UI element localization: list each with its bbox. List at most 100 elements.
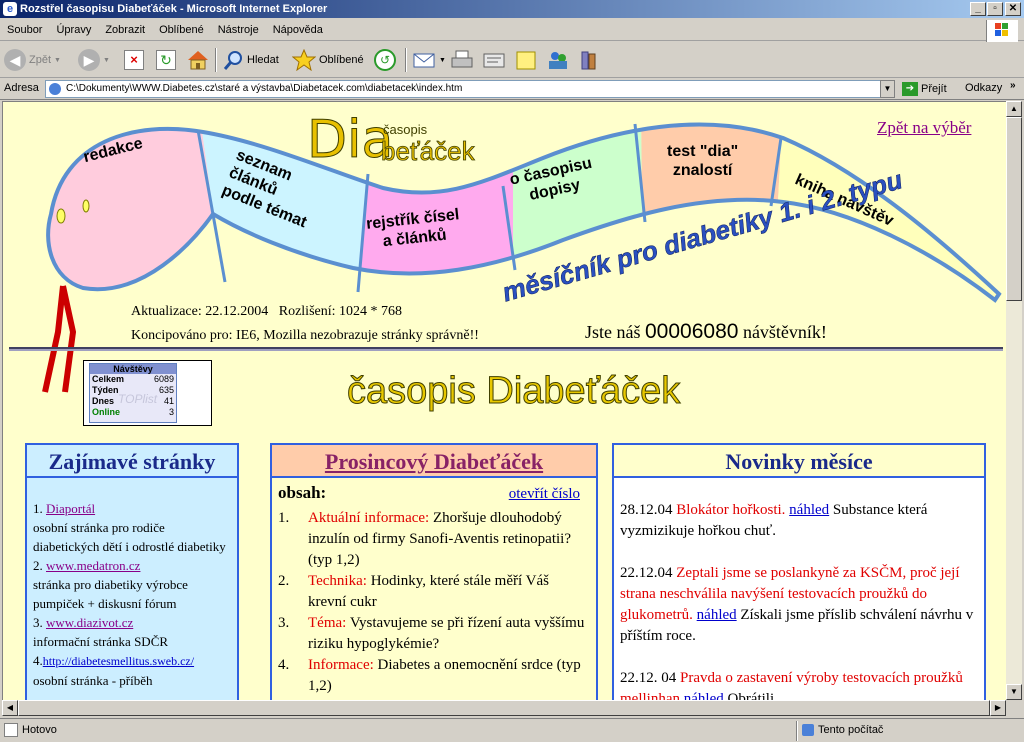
links-button[interactable]: Odkazy <box>965 82 1002 94</box>
site-num: 2. <box>33 558 43 573</box>
news-preview-link[interactable]: náhled <box>684 691 724 700</box>
toolbar: ◀ Zpět ▼ ▶ ▼ × ↻ Hledat Oblíbené ↺ ▼ <box>0 42 1024 78</box>
news-preview-link[interactable]: náhled <box>789 502 829 518</box>
logo-betacek: beťáček <box>381 136 475 167</box>
home-button[interactable] <box>186 46 210 74</box>
forward-arrow-icon: ▶ <box>78 49 100 71</box>
counter-title: Návštěvy <box>90 364 176 374</box>
news-item: 22.12.04 Zeptali jsme se poslankyně za K… <box>620 563 978 647</box>
interesting-sites-box: Zajímavé stránky 1. Diaportál osobní strá… <box>25 443 239 700</box>
article-item: 2. Technika: Hodinky, které stále měří Vá… <box>278 571 590 613</box>
status-separator <box>796 721 798 741</box>
snake-eye-icon <box>56 208 66 224</box>
article-category: Téma: <box>308 615 347 631</box>
edit-button[interactable] <box>482 46 506 74</box>
mail-icon <box>413 53 435 68</box>
messenger-button[interactable] <box>546 46 570 74</box>
article-item: 3. Téma: Vystavujeme se při řízení auta v… <box>278 613 590 655</box>
refresh-button[interactable]: ↻ <box>156 46 176 74</box>
close-button[interactable]: ✕ <box>1005 2 1021 16</box>
go-button[interactable]: ➔ Přejít <box>902 80 947 98</box>
segment-bg-kniha <box>773 124 999 300</box>
site-item: 2. www.medatron.cz stránka pro diabetiky … <box>33 556 231 613</box>
minimize-button[interactable]: _ <box>970 2 986 16</box>
messenger-icon <box>549 52 567 69</box>
favorites-button[interactable]: Oblíbené <box>292 46 364 74</box>
research-icon <box>581 51 596 70</box>
open-issue-link[interactable]: otevřít číslo <box>509 484 580 505</box>
menu-file[interactable]: Soubor <box>0 19 49 41</box>
nav-test-znalosti[interactable]: test "dia" znalostí <box>667 142 738 180</box>
stop-button[interactable]: × <box>124 46 144 74</box>
favorites-label: Oblíbené <box>319 54 364 66</box>
news-preview-link[interactable]: náhled <box>697 607 737 623</box>
menu-view[interactable]: Zobrazit <box>98 19 152 41</box>
address-dropdown-icon[interactable]: ▼ <box>880 80 895 98</box>
scroll-up-icon[interactable]: ▲ <box>1006 101 1022 117</box>
address-input[interactable]: C:\Dokumenty\WWW.Diabetes.cz\staré a výs… <box>45 80 895 98</box>
back-label: Zpět <box>29 54 52 66</box>
status-bar: Hotovo Tento počítač <box>0 718 1024 742</box>
article-item: 1. Aktuální informace: Zhoršuje dlouhodob… <box>278 508 590 571</box>
designed-for-info: Koncipováno pro: IE6, Mozilla nezobrazuj… <box>131 328 479 343</box>
scroll-left-icon[interactable]: ◀ <box>2 700 18 716</box>
back-dropdown-icon[interactable]: ▼ <box>54 57 61 64</box>
toplist-counter[interactable]: Návštěvy Celkem 6089 Týden 635 Dnes 41 Onli… <box>83 360 212 426</box>
menu-favorites[interactable]: Oblíbené <box>152 19 211 41</box>
back-button[interactable]: ◀ Zpět ▼ <box>4 46 61 74</box>
mail-button[interactable]: ▼ <box>412 46 446 74</box>
research-button[interactable] <box>578 46 602 74</box>
forward-dropdown-icon[interactable]: ▼ <box>103 57 110 64</box>
article-num: 4. <box>278 657 290 673</box>
menu-help[interactable]: Nápověda <box>266 19 330 41</box>
window-title: Rozstřel časopisu Diabeťáček - Microsoft… <box>20 3 328 15</box>
news-date: 22.12.04 <box>620 565 673 581</box>
counter-value: 41 <box>163 396 174 406</box>
site-num: 4. <box>33 653 43 668</box>
web-page: redakce seznam článků podle témat rejstř… <box>2 101 1006 700</box>
history-button[interactable]: ↺ <box>374 46 396 74</box>
mail-dropdown-icon[interactable]: ▼ <box>439 57 446 64</box>
site-desc: osobní stránka - příběh <box>33 673 153 688</box>
counter-label: Týden <box>92 385 119 395</box>
site-link-diabetesmellitus[interactable]: http://diabetesmellitus.sweb.cz/ <box>43 654 194 668</box>
scroll-thumb[interactable] <box>1006 117 1022 301</box>
discuss-button[interactable] <box>514 46 538 74</box>
vertical-scrollbar[interactable]: ▲ ▼ <box>1006 101 1022 700</box>
article-category: Technika: <box>308 573 367 589</box>
menu-edit[interactable]: Úpravy <box>49 19 98 41</box>
counter-label: Online <box>92 407 121 417</box>
search-button[interactable]: Hledat <box>222 46 279 74</box>
menu-bar: Soubor Úpravy Zobrazit Oblíbené Nástroje Nápo… <box>0 19 1024 41</box>
title-bar: e Rozstřel časopisu Diabeťáček - Microso… <box>0 0 1024 18</box>
hscroll-thumb[interactable] <box>18 700 990 716</box>
links-chevron-icon[interactable]: » <box>1010 80 1016 91</box>
site-desc: stránka pro diabetiky výrobce pumpiček +… <box>33 577 188 611</box>
toolbar-separator <box>215 48 217 72</box>
news-headline: Blokátor hořkosti. <box>676 502 786 518</box>
news-box: Novinky měsíce 28.12.04 Blokátor hořkost… <box>612 443 986 700</box>
edit-page-icon <box>483 53 505 68</box>
scroll-right-icon[interactable]: ▶ <box>990 700 1006 716</box>
status-text: Hotovo <box>22 724 57 736</box>
header-divider <box>9 347 1003 351</box>
site-link-medatron[interactable]: www.medatron.cz <box>46 558 140 573</box>
forward-button[interactable]: ▶ ▼ <box>78 46 110 74</box>
visitor-count: 00006080 <box>645 320 739 343</box>
scroll-down-icon[interactable]: ▼ <box>1006 684 1022 700</box>
maximize-button[interactable]: ▫ <box>987 2 1003 16</box>
article-num: 3. <box>278 615 290 631</box>
print-button[interactable] <box>450 46 474 74</box>
current-issue-box: Prosincový Diabeťáček obsah: otevřít čísl… <box>270 443 598 700</box>
horizontal-scrollbar[interactable]: ◀ ▶ <box>2 700 1006 716</box>
current-issue-title[interactable]: Prosincový Diabeťáček <box>272 445 596 478</box>
site-link-diazivot[interactable]: www.diazivot.cz <box>46 615 133 630</box>
back-to-selection-link[interactable]: Zpět na výběr <box>877 118 971 138</box>
go-arrow-icon: ➔ <box>902 82 918 96</box>
go-label: Přejít <box>921 83 947 95</box>
news-text: Obrátili <box>727 691 775 700</box>
site-link-diaportal[interactable]: Diaportál <box>46 501 95 516</box>
news-date: 22.12. 04 <box>620 670 677 686</box>
site-item: 4.http://diabetesmellitus.sweb.cz/osobní… <box>33 651 231 690</box>
menu-tools[interactable]: Nástroje <box>211 19 266 41</box>
